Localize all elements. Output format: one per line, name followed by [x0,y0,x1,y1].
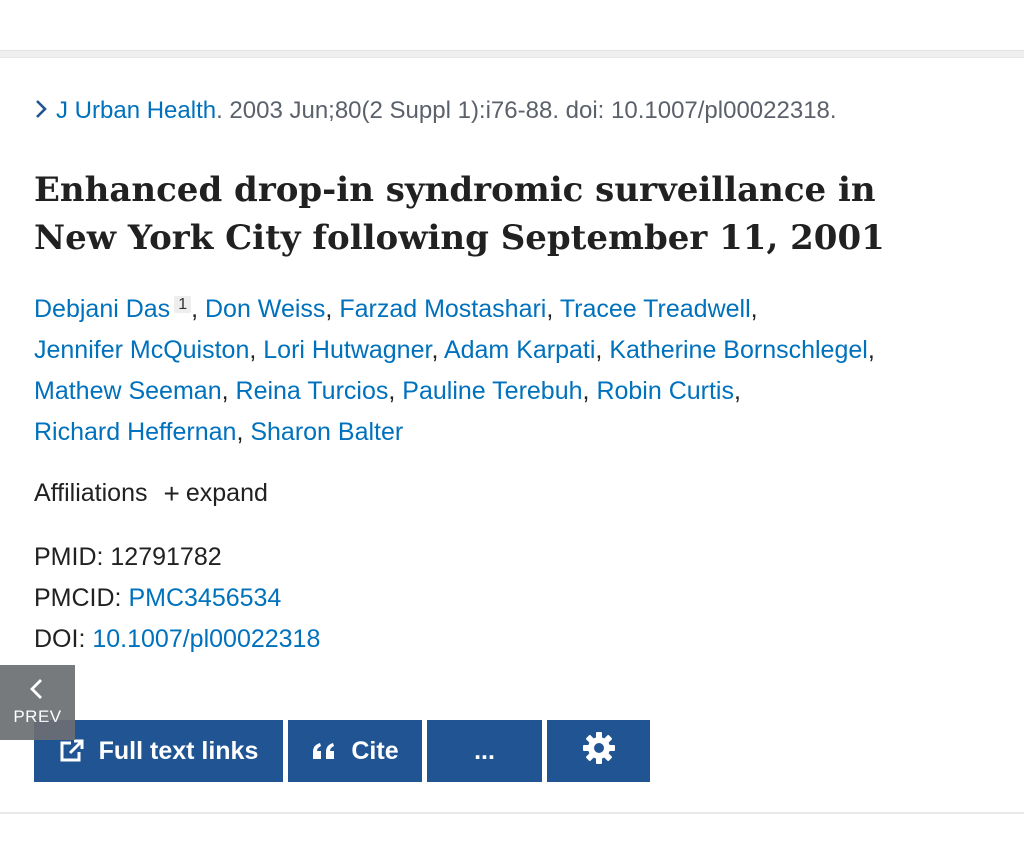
quote-icon [311,741,337,761]
author-link[interactable]: Robin Curtis [596,377,734,405]
affiliations-toggle[interactable]: Affiliations + expand [34,478,268,510]
author-link[interactable]: Debjani Das [34,295,170,323]
section-divider [0,812,1024,814]
doi-link[interactable]: 10.1007/pl00022318 [92,625,320,653]
author-link[interactable]: Sharon Balter [250,418,403,446]
doi-label: DOI: [34,625,86,653]
author-list: Debjani Das 1, Don Weiss, Farzad Mostasha… [34,295,875,446]
author-link[interactable]: Mathew Seeman [34,377,222,405]
expand-label: expand [185,479,268,507]
pmid-row: PMID: 12791782 [34,537,320,578]
author-link[interactable]: Jennifer McQuiston [34,336,249,364]
prev-label: PREV [13,707,62,726]
section-divider [0,50,1024,58]
pmcid-label: PMCID: [34,584,122,612]
affiliations-label: Affiliations [34,479,148,507]
full-text-links-label: Full text links [98,736,259,765]
citation-details: . 2003 Jun;80(2 Suppl 1):i76-88. doi: 10… [216,97,837,124]
article-title: Enhanced drop-in syndromic surveillance … [34,170,885,258]
author-link[interactable]: Don Weiss [205,295,325,323]
header-area [0,0,1024,50]
author-link[interactable]: Katherine Bornschlegel [609,336,868,364]
author-link[interactable]: Adam Karpati [444,336,595,364]
author-link[interactable]: Pauline Terebuh [402,377,582,405]
more-actions-button[interactable]: ... [427,720,542,782]
author-link[interactable]: Reina Turcios [236,377,389,405]
affiliation-marker[interactable]: 1 [174,296,192,313]
settings-button[interactable] [547,720,650,782]
prev-button[interactable]: PREV [0,665,75,740]
cite-label: Cite [351,736,399,765]
author-link[interactable]: Farzad Mostashari [339,295,546,323]
author-link[interactable]: Tracee Treadwell [560,295,751,323]
plus-icon: + [163,478,180,509]
pmcid-link[interactable]: PMC3456534 [128,584,281,612]
cite-button[interactable]: Cite [288,720,422,782]
chevron-right-icon[interactable] [34,97,56,125]
pmid-value: 12791782 [110,543,222,571]
gear-icon [581,730,617,773]
pmid-label: PMID: [34,543,104,571]
article-identifiers: PMID: 12791782 PMCID: PMC3456534 DOI: 10… [34,537,320,660]
author-link[interactable]: Lori Hutwagner [263,336,431,364]
author-link[interactable]: Richard Heffernan [34,418,236,446]
more-label: ... [474,736,495,765]
journal-link[interactable]: J Urban Health [56,97,216,124]
external-link-icon [59,738,85,764]
journal-citation: J Urban Health. 2003 Jun;80(2 Suppl 1):i… [34,97,837,125]
doi-row: DOI: 10.1007/pl00022318 [34,619,320,660]
chevron-left-icon [30,679,42,699]
pmcid-row: PMCID: PMC3456534 [34,578,320,619]
